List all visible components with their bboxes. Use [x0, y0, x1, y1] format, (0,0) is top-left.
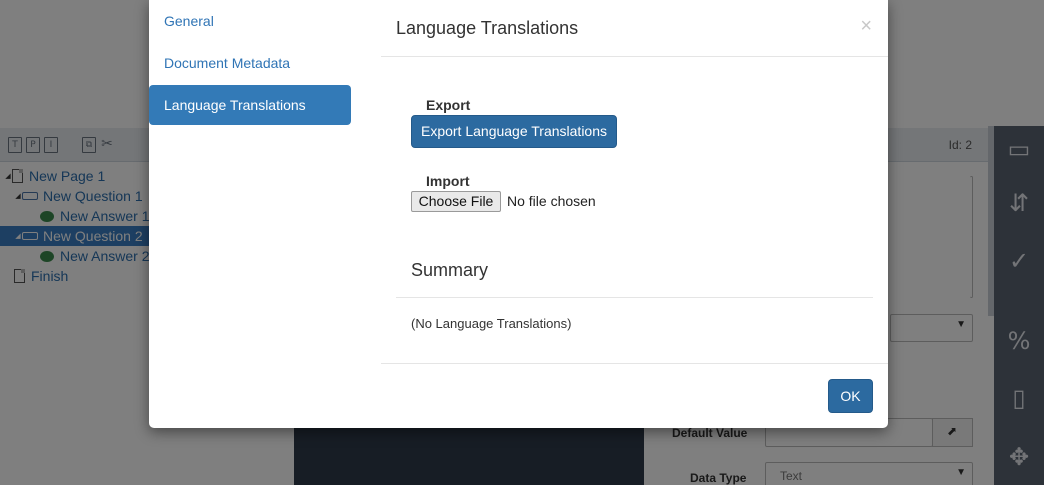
nav-document-metadata[interactable]: Document Metadata	[149, 43, 351, 83]
export-label: Export	[426, 97, 471, 113]
nav-general[interactable]: General	[149, 1, 351, 41]
choose-file-button[interactable]: Choose File	[411, 191, 501, 212]
modal-content: Language Translations × Export Export La…	[381, 0, 888, 428]
close-icon[interactable]: ×	[860, 14, 872, 38]
divider	[396, 297, 873, 298]
settings-modal: General Document Metadata Language Trans…	[149, 0, 888, 428]
import-label: Import	[426, 173, 470, 189]
modal-header: Language Translations ×	[381, 0, 888, 57]
file-status-text: No file chosen	[507, 193, 596, 209]
export-translations-button[interactable]: Export Language Translations	[411, 115, 617, 148]
summary-text: (No Language Translations)	[411, 316, 572, 331]
modal-nav: General Document Metadata Language Trans…	[149, 0, 351, 428]
nav-language-translations[interactable]: Language Translations	[149, 85, 351, 125]
summary-heading: Summary	[411, 260, 489, 280]
divider	[381, 363, 888, 364]
modal-title: Language Translations	[396, 18, 579, 38]
ok-button[interactable]: OK	[828, 379, 873, 413]
